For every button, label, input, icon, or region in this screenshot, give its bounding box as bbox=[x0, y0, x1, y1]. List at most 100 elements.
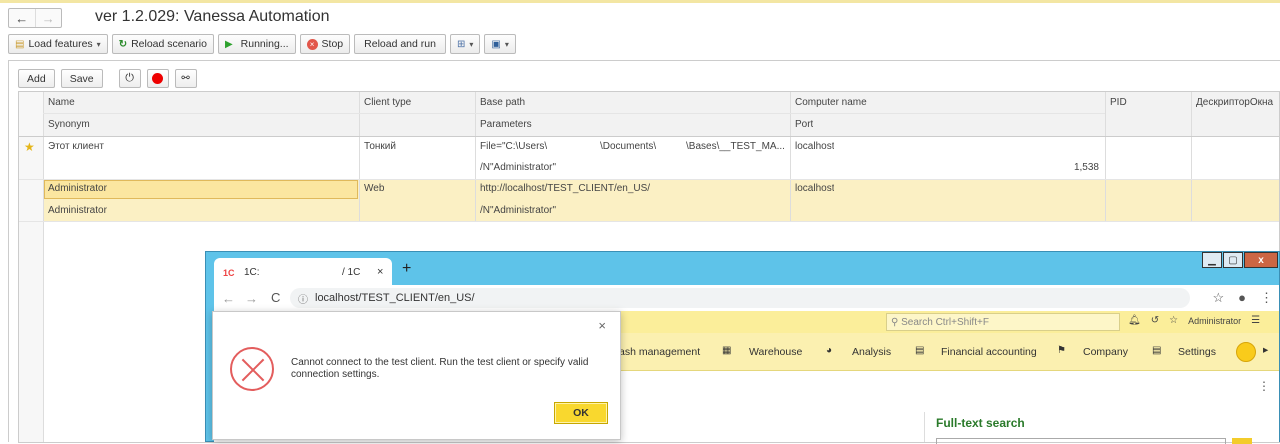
user-name[interactable]: Administrator bbox=[1188, 316, 1241, 326]
menu-cash-management[interactable]: ash management bbox=[619, 346, 700, 358]
full-text-search-input[interactable] bbox=[936, 438, 1226, 444]
load-features-button[interactable]: ▤ Load features bbox=[8, 34, 108, 54]
row1-port[interactable]: 1,538 bbox=[1049, 162, 1101, 173]
back-arrow-icon[interactable]: ← bbox=[9, 9, 35, 27]
star-icon: ★ bbox=[24, 140, 35, 154]
reload-and-run-button[interactable]: Reload and run bbox=[354, 34, 446, 54]
table-header bbox=[19, 92, 1279, 136]
menu-financial-accounting[interactable]: Financial accounting bbox=[941, 346, 1037, 358]
row2-computer-name[interactable]: localhost bbox=[790, 183, 834, 194]
col-header-port[interactable]: Port bbox=[790, 119, 813, 130]
minimize-icon: ▁ bbox=[1208, 254, 1216, 266]
floppy-icon: ▣ bbox=[491, 38, 501, 50]
row2-synonym[interactable]: Administrator bbox=[43, 205, 107, 216]
save-button[interactable]: Save bbox=[60, 69, 103, 88]
folder-icon: ▤ bbox=[15, 38, 25, 50]
row2-parameters[interactable]: /N"Administrator" bbox=[475, 205, 556, 216]
reload-scenario-button[interactable]: ↻ Reload scenario bbox=[111, 34, 214, 54]
content-divider bbox=[924, 412, 925, 442]
power-icon: ⏻ bbox=[125, 72, 134, 84]
tab-close-icon[interactable]: × bbox=[377, 266, 383, 278]
top-bar-actions: 🔔︎ ↺ ☆ Administrator ☰ bbox=[1128, 315, 1260, 326]
company-flag-icon: ⚑ bbox=[1057, 345, 1066, 356]
hamburger-icon[interactable]: ☰ bbox=[1251, 315, 1260, 326]
new-tab-button[interactable]: + bbox=[402, 260, 411, 278]
save-menu-button[interactable]: ▣ bbox=[484, 34, 516, 54]
bell-icon[interactable]: 🔔︎ bbox=[1128, 315, 1141, 326]
status-circle-icon[interactable] bbox=[1236, 342, 1256, 362]
ok-button[interactable]: OK bbox=[554, 402, 608, 424]
col-header-name[interactable]: Name bbox=[43, 97, 75, 108]
row2-name[interactable]: Administrator bbox=[43, 183, 107, 194]
col-header-base-path[interactable]: Base path bbox=[475, 97, 525, 108]
stop-button[interactable]: × Stop bbox=[299, 34, 351, 54]
forward-icon[interactable]: → bbox=[245, 291, 268, 306]
row1-base-path[interactable]: File="C:\Users\ bbox=[475, 141, 547, 152]
tab-title-part-1: 1C: bbox=[244, 267, 260, 278]
account-icon[interactable]: ● bbox=[1238, 290, 1246, 306]
running-button[interactable]: ▶ Running... bbox=[217, 34, 296, 54]
row2-client-type[interactable]: Web bbox=[359, 183, 384, 194]
info-icon[interactable]: ⓘ bbox=[298, 291, 308, 306]
error-icon bbox=[230, 347, 274, 391]
reload-icon[interactable]: C bbox=[271, 290, 280, 305]
col-header-descriptor[interactable]: ДескрипторОкна bbox=[1191, 97, 1279, 108]
row1-base-path-3: \Bases\__TEST_MA... bbox=[686, 141, 785, 152]
minimize-button[interactable]: ▁ bbox=[1202, 252, 1222, 268]
menu-kebab-icon[interactable]: ⋮ bbox=[1260, 290, 1273, 306]
full-text-search-button[interactable] bbox=[1232, 438, 1252, 444]
link-button[interactable]: ⚯ bbox=[174, 69, 197, 88]
main-toolbar: ▤ Load features ↻ Reload scenario ▶ Runn… bbox=[8, 34, 516, 54]
dialog-close-icon[interactable]: × bbox=[598, 318, 606, 333]
back-icon[interactable]: ← bbox=[222, 291, 245, 306]
col-header-client-type[interactable]: Client type bbox=[359, 97, 411, 108]
forward-arrow-icon[interactable]: → bbox=[34, 9, 62, 27]
refresh-icon: ↻ bbox=[118, 38, 128, 50]
table-view-button[interactable]: ⊞ bbox=[449, 34, 481, 54]
analysis-icon: ◕ bbox=[826, 345, 833, 356]
record-icon bbox=[152, 73, 164, 84]
row1-parameters[interactable]: /N"Administrator" bbox=[475, 162, 556, 173]
menu-company[interactable]: Company bbox=[1083, 346, 1128, 358]
settings-icon: ▤ bbox=[1152, 345, 1162, 356]
favorites-icon[interactable]: ☆ bbox=[1169, 315, 1178, 326]
col-header-computer-name[interactable]: Computer name bbox=[790, 97, 867, 108]
stop-icon: × bbox=[306, 38, 318, 50]
window-title: ver 1.2.029: Vanessa Automation bbox=[95, 8, 330, 25]
close-window-button[interactable]: x bbox=[1244, 252, 1278, 268]
dialog-message: Cannot connect to the test client. Run t… bbox=[291, 357, 589, 380]
url-text: localhost/TEST_CLIENT/en_US/ bbox=[315, 292, 475, 304]
address-bar-row: ←→ C ⓘ localhost/TEST_CLIENT/en_US/ ☆ ● … bbox=[214, 285, 1279, 311]
browser-nav-arrows: ←→ bbox=[222, 291, 268, 306]
row1-computer-name[interactable]: localhost bbox=[790, 141, 834, 152]
row1-name[interactable]: Этот клиент bbox=[43, 141, 104, 152]
col-header-pid[interactable]: PID bbox=[1105, 97, 1127, 108]
record-button[interactable] bbox=[146, 69, 169, 88]
more-actions-icon[interactable]: ⋮ bbox=[1258, 379, 1270, 393]
menu-settings[interactable]: Settings bbox=[1178, 346, 1216, 358]
warehouse-icon: ▦ bbox=[722, 345, 732, 356]
col-header-parameters[interactable]: Parameters bbox=[475, 119, 532, 130]
browser-tab[interactable]: 1C 1C: / 1C × bbox=[214, 258, 392, 285]
menu-analysis[interactable]: Analysis bbox=[852, 346, 891, 358]
play-icon: ▶ bbox=[224, 38, 233, 50]
top-accent-line bbox=[0, 0, 1280, 3]
add-button[interactable]: Add bbox=[18, 69, 55, 88]
link-icon: ⚯ bbox=[181, 73, 190, 84]
bookmark-star-icon[interactable]: ☆ bbox=[1212, 290, 1224, 306]
full-text-search-title: Full-text search bbox=[936, 416, 1025, 430]
panel-toolbar: Add Save ⏻ ⚯ bbox=[18, 69, 197, 88]
maximize-button[interactable]: ▢ bbox=[1223, 252, 1243, 268]
url-bar[interactable]: ⓘ localhost/TEST_CLIENT/en_US/ bbox=[290, 288, 1190, 308]
table-icon: ⊞ bbox=[456, 38, 466, 50]
search-icon: ⚲ bbox=[891, 317, 899, 328]
search-input[interactable]: ⚲ Search Ctrl+Shift+F bbox=[886, 313, 1120, 331]
power-button[interactable]: ⏻ bbox=[118, 69, 141, 88]
menu-scroll-right-icon[interactable]: ▸ bbox=[1263, 344, 1268, 356]
history-icon[interactable]: ↺ bbox=[1151, 315, 1159, 326]
menu-warehouse[interactable]: Warehouse bbox=[749, 346, 802, 358]
col-header-synonym[interactable]: Synonym bbox=[43, 119, 90, 130]
row2-base-path[interactable]: http://localhost/TEST_CLIENT/en_US/ bbox=[475, 183, 650, 194]
accounting-icon: ▤ bbox=[915, 345, 925, 356]
row1-client-type[interactable]: Тонкий bbox=[359, 141, 396, 152]
